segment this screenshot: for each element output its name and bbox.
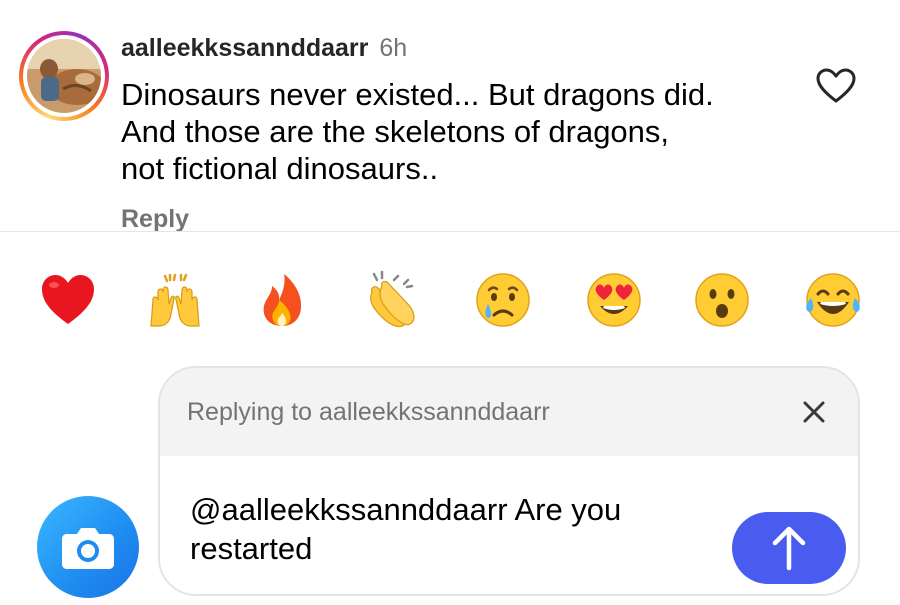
- reaction-tears-of-joy[interactable]: [803, 270, 863, 330]
- divider: [0, 231, 900, 232]
- input-line: @aalleekkssannddaarr Are you: [190, 492, 622, 527]
- reaction-red-heart[interactable]: [38, 270, 98, 330]
- arrow-up-icon: [772, 526, 806, 571]
- reaction-fire[interactable]: [252, 270, 312, 330]
- comment-line: And those are the skeletons of dragons,: [121, 114, 670, 149]
- reaction-heart-eyes[interactable]: [584, 270, 644, 330]
- comment-line: not fictional dinosaurs..: [121, 151, 439, 186]
- comment-line: Dinosaurs never existed... But dragons d…: [121, 77, 714, 112]
- replying-banner: Replying to aalleekkssannddaarr: [160, 368, 858, 456]
- comment-timestamp: 6h: [379, 34, 408, 62]
- avatar[interactable]: [19, 31, 109, 121]
- comment-header: aalleekkssannddaarr 6h: [121, 32, 407, 64]
- comment-username[interactable]: aalleekkssannddaarr: [121, 34, 368, 62]
- close-icon[interactable]: [801, 399, 827, 425]
- avatar-photo: [27, 39, 101, 113]
- reaction-raising-hands[interactable]: [145, 270, 205, 330]
- input-line: restarted: [190, 531, 313, 566]
- reaction-crying-face[interactable]: [473, 270, 533, 330]
- reaction-open-mouth[interactable]: [692, 270, 752, 330]
- reaction-clapping-hands[interactable]: [362, 270, 422, 330]
- comment-input[interactable]: @aalleekkssannddaarr Are you restarted: [190, 490, 690, 568]
- reply-composer: Replying to aalleekkssannddaarr @aalleek…: [158, 366, 860, 596]
- camera-button[interactable]: [37, 496, 139, 598]
- camera-icon: [62, 528, 114, 569]
- heart-outline-icon[interactable]: [816, 68, 856, 104]
- send-button[interactable]: [732, 512, 846, 584]
- avatar-border: [23, 35, 105, 117]
- comment-body: Dinosaurs never existed... But dragons d…: [121, 76, 811, 187]
- replying-to-label: Replying to aalleekkssannddaarr: [187, 398, 550, 426]
